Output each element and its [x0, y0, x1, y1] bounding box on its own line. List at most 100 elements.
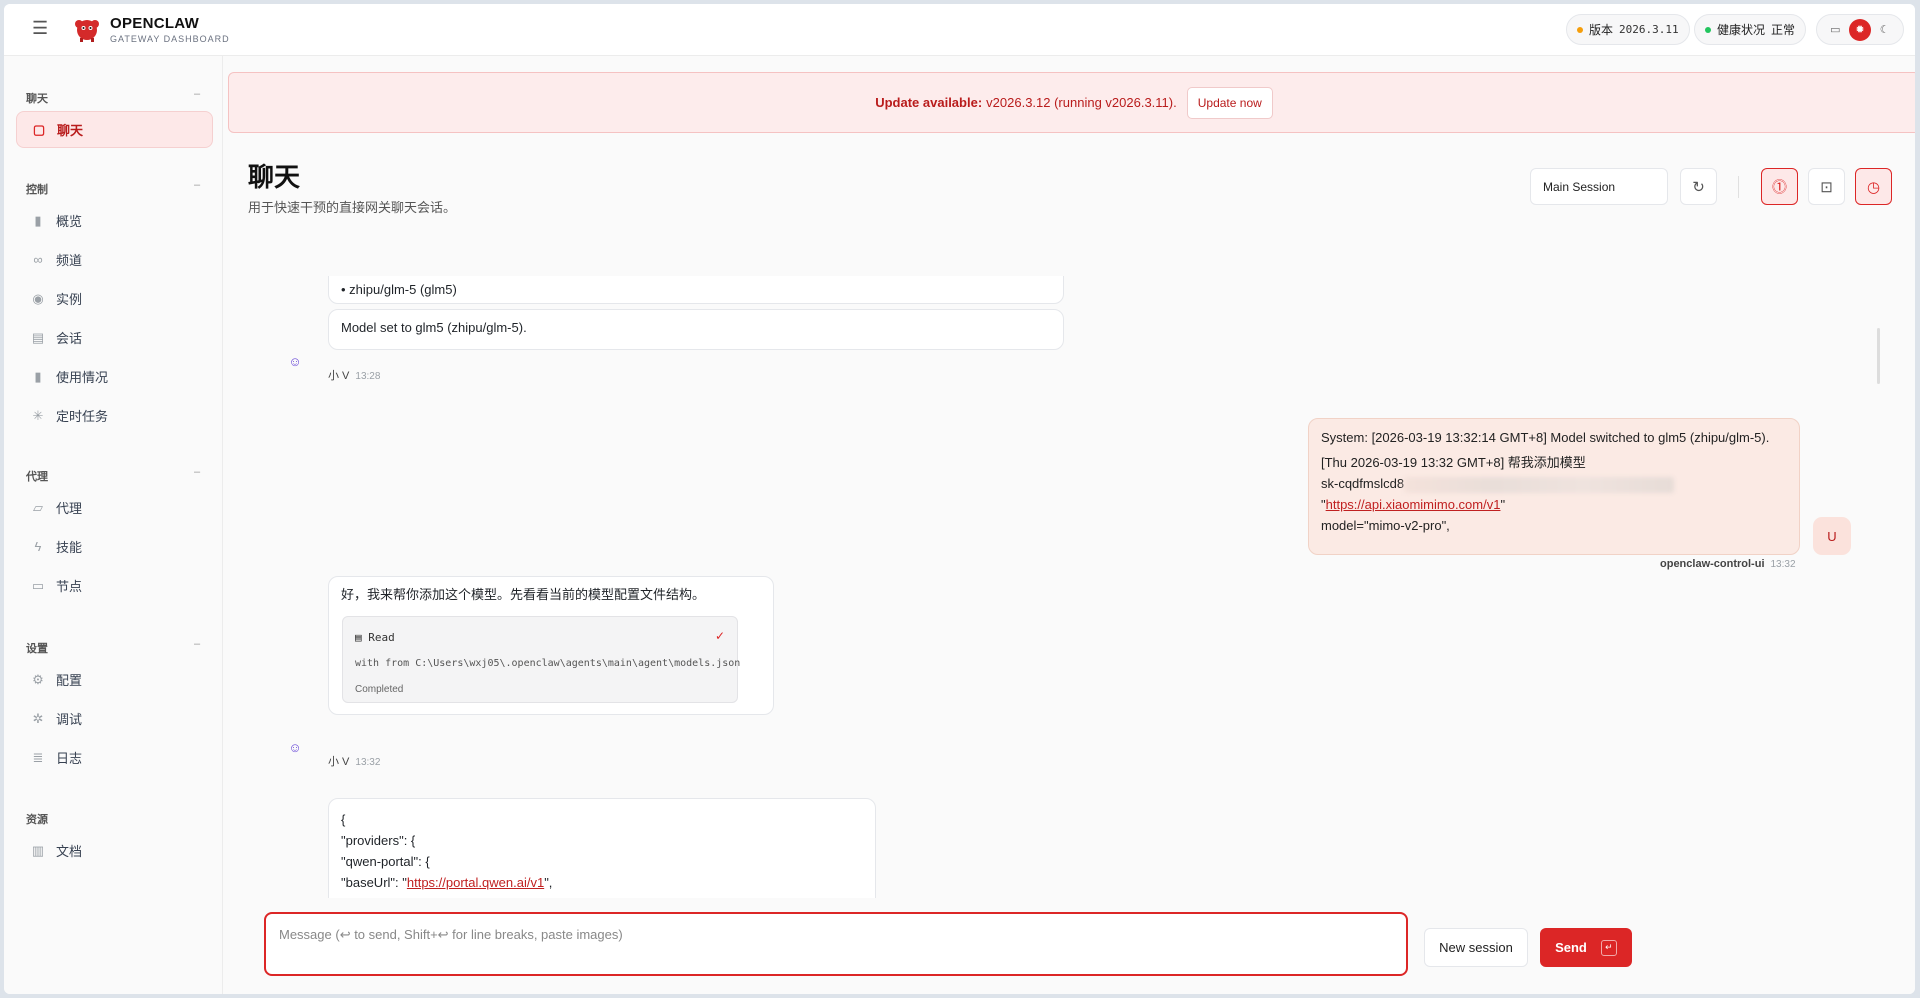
chat-scrollbar[interactable] [1877, 328, 1880, 384]
sidebar-item-label: 会话 [56, 331, 83, 346]
hamburger-menu-icon[interactable]: ☰ [32, 19, 50, 37]
message-icon: ▢ [32, 121, 46, 137]
message-author: 小 V [328, 370, 350, 382]
page-subtitle: 用于快速干预的直接网关聊天会话。 [248, 200, 457, 215]
monitor-icon: ▭ [31, 577, 45, 593]
toolbar-divider [1738, 176, 1739, 198]
top-bar: ☰ OPENCLAW GATEWAY DASHBOARD 版本 2026.3.1… [4, 4, 1915, 56]
sidebar-item-skills[interactable]: ϟ 技能 [16, 528, 213, 565]
gear-icon: ⚙ [32, 671, 44, 687]
user-message: System: [2026-03-19 13:32:14 GMT+8] Mode… [1308, 418, 1800, 555]
main-content: Update available: v2026.3.12 (running v2… [224, 56, 1915, 994]
broadcast-icon: ◉ [32, 290, 44, 306]
sidebar-section-resources[interactable]: 资源 [26, 811, 48, 827]
refresh-button[interactable]: ↻ [1680, 168, 1717, 205]
sidebar-item-config[interactable]: ⚙ 配置 [16, 661, 213, 698]
sun-icon[interactable]: ✹ [1848, 18, 1871, 41]
message-text: • zhipu/glm-5 (glm5) [341, 282, 457, 297]
sidebar-item-agents[interactable]: ▱ 代理 [16, 489, 213, 526]
sidebar-item-usage[interactable]: ▮ 使用情况 [16, 358, 213, 395]
update-banner: Update available: v2026.3.12 (running v2… [228, 72, 1915, 133]
sidebar-item-instances[interactable]: ◉ 实例 [16, 280, 213, 317]
sidebar-item-label: 技能 [56, 540, 83, 555]
version-status-dot [1577, 26, 1583, 33]
update-now-button[interactable]: Update now [1186, 86, 1273, 119]
clock-icon: ◷ [1866, 178, 1881, 196]
health-label: 健康状况 [1717, 23, 1766, 37]
assistant-message: • zhipu/glm-5 (glm5) [328, 276, 1064, 304]
message-meta: 小 V 13:28 [328, 367, 380, 383]
assistant-message: 好，我来帮你添加这个模型。先看看当前的模型配置文件结构。 ▤ Read ✓ wi… [328, 576, 774, 715]
sidebar-item-overview[interactable]: ▮ 概览 [16, 202, 213, 239]
brain-icon: ⓵ [1771, 179, 1787, 196]
sidebar-item-chat[interactable]: ▢ 聊天 [16, 111, 213, 148]
chat-thread[interactable]: • zhipu/glm-5 (glm5) Model set to glm5 (… [224, 276, 1915, 898]
user-avatar: U [1813, 517, 1851, 555]
new-session-button[interactable]: New session [1424, 928, 1528, 967]
enter-key-icon: ↵ [1600, 939, 1617, 956]
loader-icon: ✳ [32, 407, 44, 423]
openclaw-logo-icon [75, 20, 99, 42]
update-banner-prefix: Update available: [875, 95, 983, 110]
tool-call-title: ▤ Read [355, 627, 395, 648]
sidebar-item-logs[interactable]: ≣ 日志 [16, 739, 213, 776]
message-link[interactable]: https://portal.qwen.ai/v1 [407, 875, 544, 890]
message-text: 好，我来帮你添加这个模型。先看看当前的模型配置文件结构。 [341, 587, 706, 602]
session-select[interactable]: Main Session [1530, 168, 1668, 205]
version-pill: 版本 2026.3.11 [1566, 14, 1690, 45]
code-line: "providers": { [341, 833, 416, 848]
message-line: model="mimo-v2-pro", [1321, 518, 1450, 533]
collapse-icon[interactable]: – [194, 179, 200, 191]
tool-call-path: with from C:\Users\wxj05\.openclaw\agent… [355, 658, 741, 669]
sidebar-item-nodes[interactable]: ▭ 节点 [16, 567, 213, 604]
message-meta: 小 V 13:32 [328, 753, 380, 769]
moon-icon[interactable]: ☾ [1874, 19, 1896, 41]
sidebar-section-chat[interactable]: 聊天 [26, 90, 48, 106]
sidebar-item-channels[interactable]: ∞ 频道 [16, 241, 213, 278]
message-time: 13:32 [1770, 559, 1796, 570]
sidebar-section-control[interactable]: 控制 [26, 181, 48, 197]
tool-call-card[interactable]: ▤ Read ✓ with from C:\Users\wxj05\.openc… [342, 616, 741, 703]
sidebar-item-label: 文档 [56, 844, 83, 859]
focus-mode-button[interactable]: ⊡ [1808, 168, 1845, 205]
sidebar-section-agents[interactable]: 代理 [26, 468, 48, 484]
message-meta: openclaw-control-ui 13:32 [1660, 558, 1796, 570]
bar-chart-icon: ▮ [34, 368, 42, 384]
sidebar-item-debug[interactable]: ✲ 调试 [16, 700, 213, 737]
sidebar-item-scheduled-tasks[interactable]: ✳ 定时任务 [16, 397, 213, 434]
collapse-icon[interactable]: – [194, 88, 200, 100]
sidebar-item-docs[interactable]: ▥ 文档 [16, 832, 213, 869]
sidebar-item-sessions[interactable]: ▤ 会话 [16, 319, 213, 356]
message-text: Model set to glm5 (zhipu/glm-5). [341, 320, 527, 335]
link-icon: ∞ [33, 252, 43, 267]
collapse-icon[interactable]: – [194, 466, 200, 478]
message-input[interactable]: Message (↩ to send, Shift+↩ for line bre… [264, 912, 1408, 976]
update-banner-text: v2026.3.12 (running v2026.3.11). [986, 95, 1177, 110]
sidebar-item-label: 概览 [56, 214, 83, 229]
folder-icon: ▱ [33, 499, 43, 515]
sidebar-item-label: 日志 [56, 751, 83, 766]
message-time: 13:28 [355, 371, 381, 382]
assistant-avatar-icon: ☺ [288, 354, 302, 369]
history-toggle-button[interactable]: ◷ [1855, 168, 1892, 205]
sidebar-item-label: 频道 [56, 253, 83, 268]
health-value: 正常 [1771, 23, 1796, 37]
monitor-icon[interactable]: ▭ [1824, 19, 1846, 41]
send-button-label: Send [1555, 940, 1587, 955]
app-window: ☰ OPENCLAW GATEWAY DASHBOARD 版本 2026.3.1… [4, 4, 1915, 994]
assistant-message: Model set to glm5 (zhipu/glm-5). [328, 309, 1064, 350]
brand-title: OPENCLAW [110, 15, 200, 32]
message-author: 小 V [328, 756, 350, 768]
send-button[interactable]: Send ↵ [1540, 928, 1632, 967]
file-icon: ▤ [355, 631, 369, 644]
collapse-icon[interactable]: – [194, 638, 200, 650]
sidebar-section-settings[interactable]: 设置 [26, 640, 48, 656]
message-time: 13:32 [355, 757, 381, 768]
message-link[interactable]: https://api.xiaomimimo.com/v1 [1326, 497, 1501, 512]
thinking-toggle-button[interactable]: ⓵ [1761, 168, 1798, 205]
health-pill: 健康状况 正常 [1694, 14, 1807, 45]
message-line: [Thu 2026-03-19 13:32 GMT+8] 帮我添加模型 [1321, 455, 1586, 470]
assistant-avatar-icon: ☺ [288, 740, 302, 755]
sidebar-item-label: 实例 [56, 292, 83, 307]
page-title: 聊天 [248, 162, 301, 192]
